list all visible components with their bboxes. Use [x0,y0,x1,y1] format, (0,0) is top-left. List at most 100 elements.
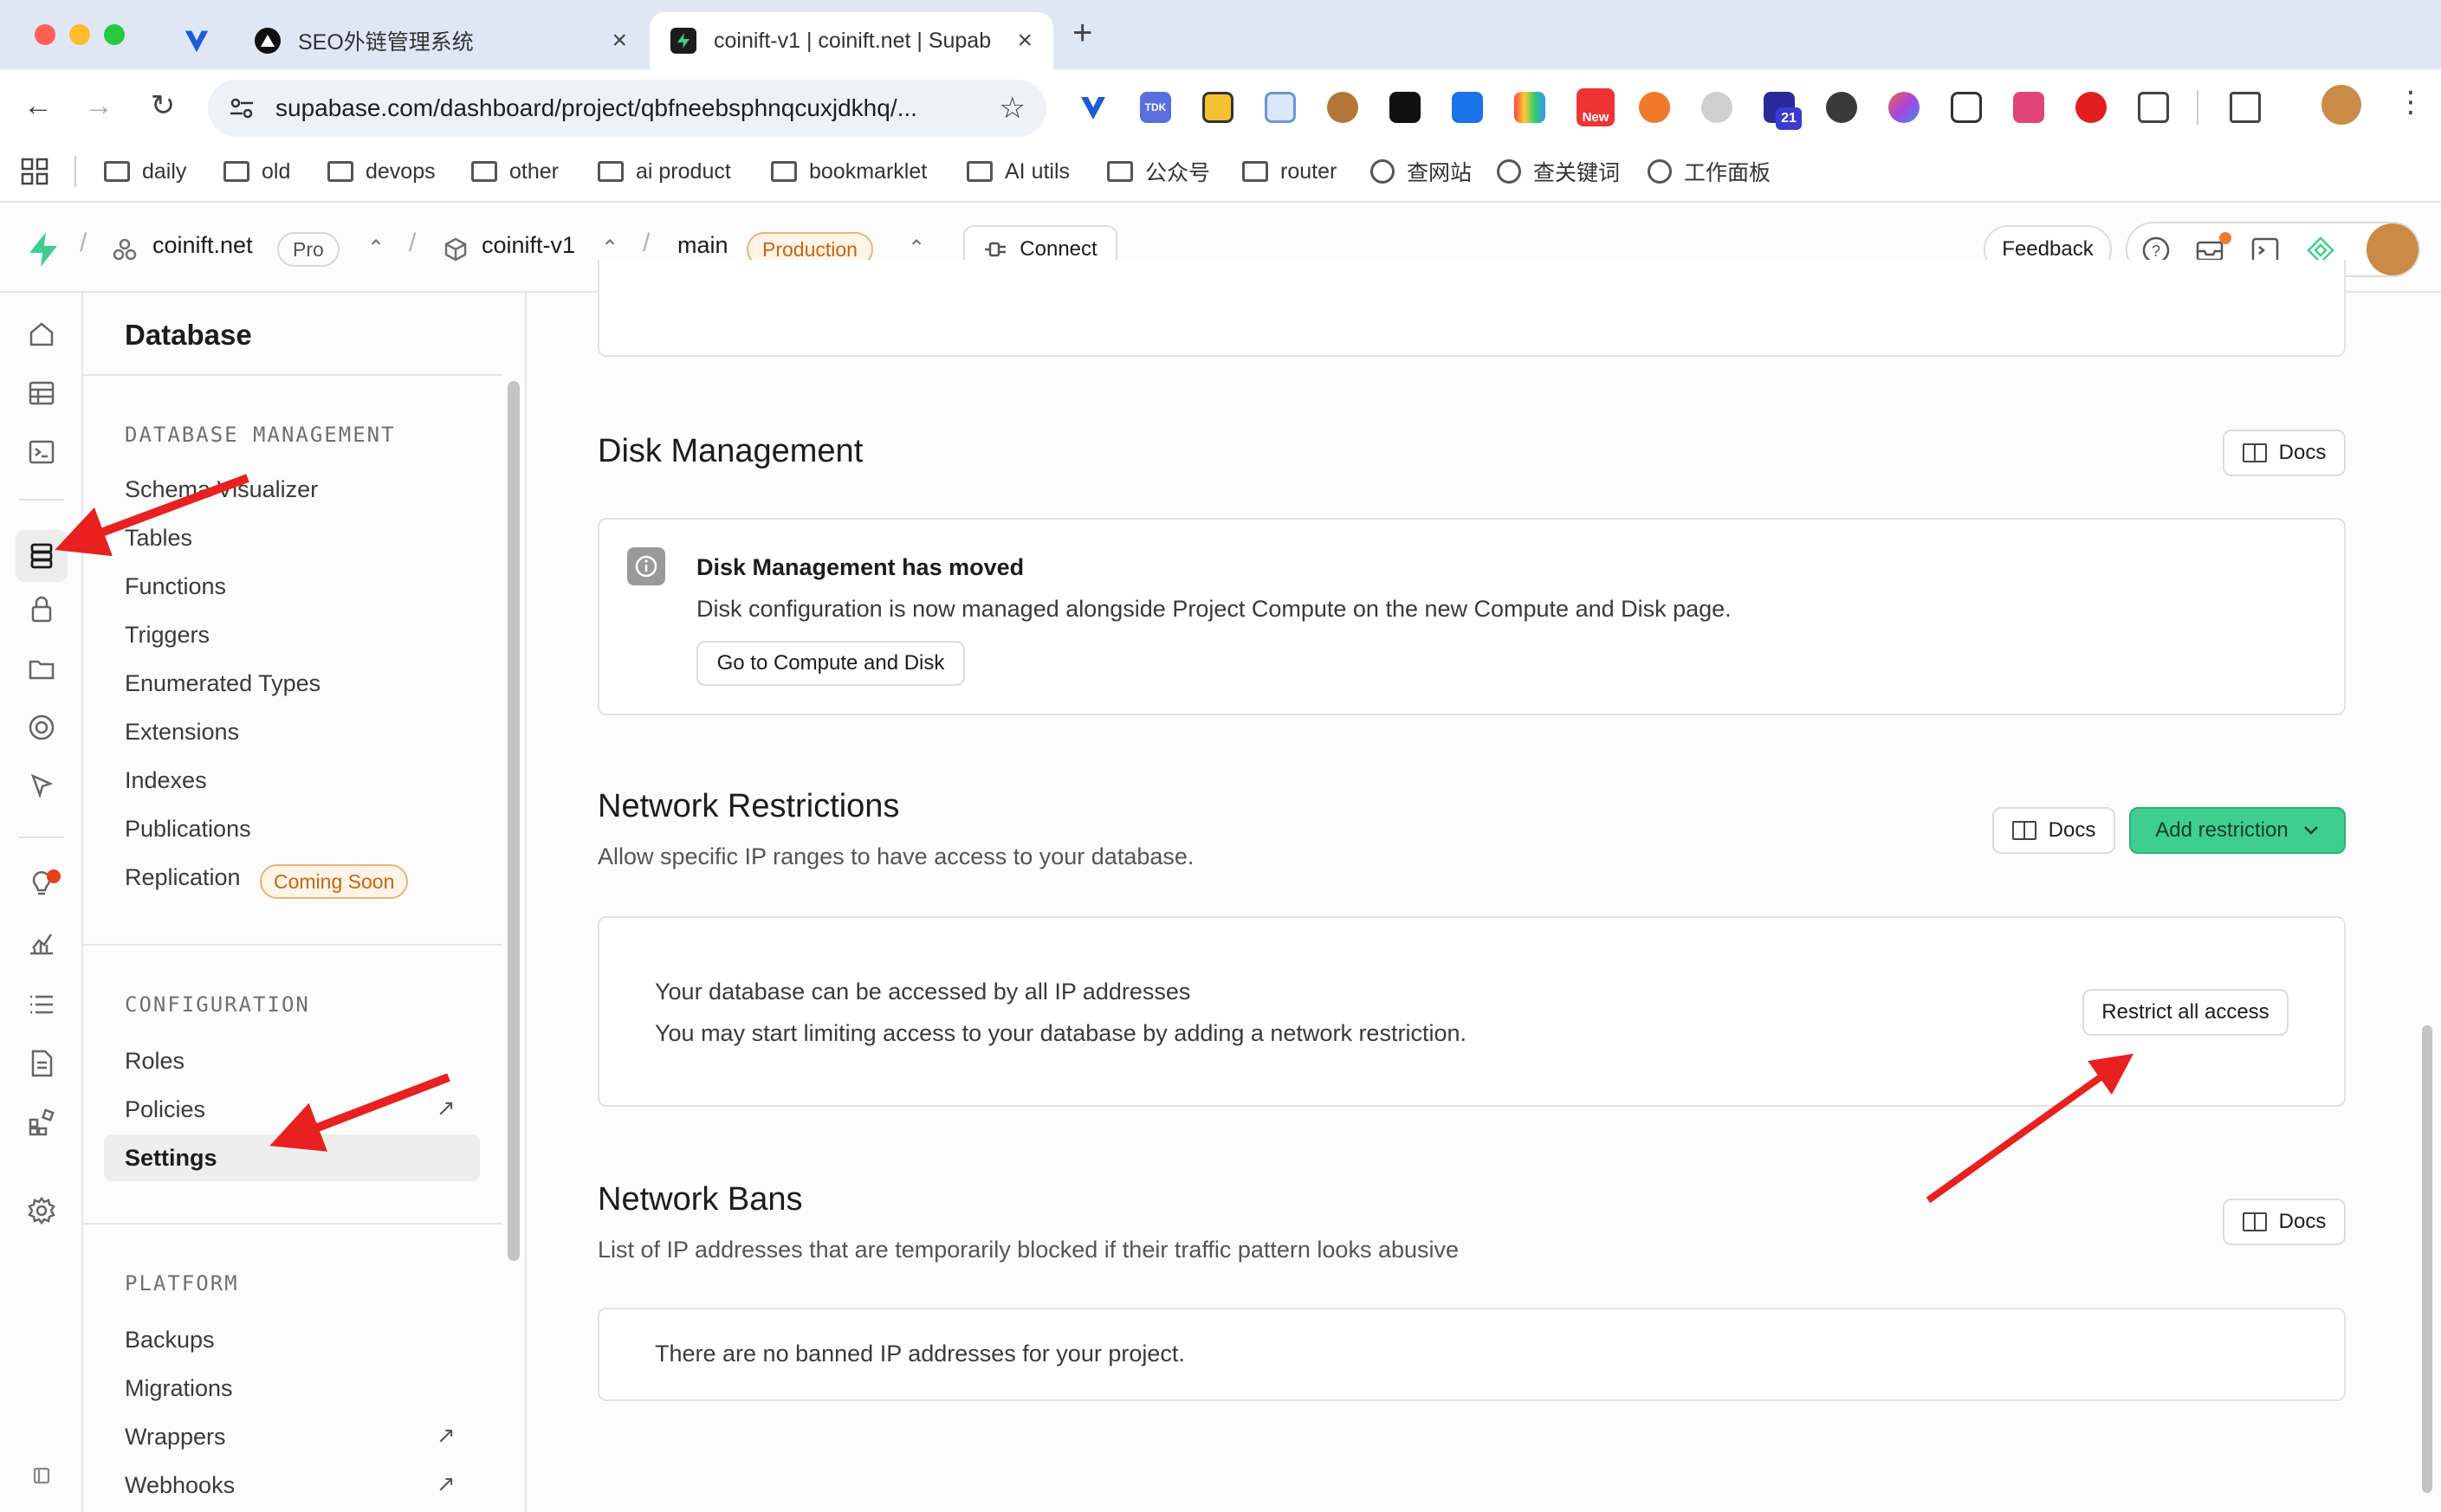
close-window-button[interactable] [35,24,55,45]
sidebar-item-replication[interactable]: Replication [125,864,241,891]
search-tabs-icon[interactable] [2230,92,2261,123]
sidebar-item-policies[interactable]: Policies [125,1096,205,1123]
puzzle-extension-icon[interactable] [2138,92,2169,123]
tab-close-icon[interactable]: × [1017,26,1033,55]
bookmark-site-3[interactable]: 工作面板 [1648,154,1771,189]
reports-chart-icon[interactable] [24,925,59,960]
branch-switch-chevron-icon[interactable]: ⌃ [908,236,925,261]
bookmark-folder-ai-product[interactable]: ai product [598,154,731,189]
disk-docs-button[interactable]: Docs [2223,430,2346,476]
sidebar-item-tables[interactable]: Tables [125,525,192,552]
project-box-icon [444,237,468,262]
org-name[interactable]: coinift.net [152,232,253,259]
branch-name[interactable]: main [677,232,728,259]
robot-extension-icon[interactable] [1951,92,1982,123]
bookmark-star-icon[interactable]: ☆ [1000,91,1026,126]
org-switch-chevron-icon[interactable]: ⌃ [367,236,385,261]
circle-extension-icon[interactable] [1701,92,1732,123]
connect-label: Connect [1020,237,1097,261]
sidebar-item-indexes[interactable]: Indexes [125,767,207,794]
apps-grid-icon[interactable] [21,158,49,185]
browser-menu-icon[interactable]: ⋮ [2396,85,2425,120]
sidebar-title: Database [125,319,252,351]
home-icon[interactable] [24,317,59,352]
sidebar-item-schema-visualizer[interactable]: Schema Visualizer [125,476,318,503]
brain-extension-icon[interactable] [1888,92,1920,123]
fox-extension-icon[interactable] [1639,92,1670,123]
user-avatar[interactable] [2367,223,2418,275]
color-extension-icon[interactable] [1514,92,1545,123]
adblock-extension-icon[interactable] [2075,92,2107,123]
sql-editor-icon[interactable] [24,435,59,469]
sidebar-item-webhooks[interactable]: Webhooks [125,1472,235,1499]
sidebar-item-extensions[interactable]: Extensions [125,719,239,746]
tab-supabase[interactable]: coinift-v1 | coinift.net | Supab × [650,12,1053,69]
profile-avatar[interactable] [2321,85,2361,125]
table-editor-icon[interactable] [24,376,59,410]
folder-extension-icon[interactable] [1202,92,1233,123]
forward-icon[interactable]: → [80,87,118,125]
v-extension-icon[interactable] [1078,92,1109,123]
realtime-cursor-icon[interactable] [24,769,59,804]
tab-pinned[interactable] [161,12,232,69]
translate-extension-icon[interactable] [2013,92,2044,123]
bookmark-folder-devops[interactable]: devops [327,154,436,189]
bookmark-folder-router[interactable]: router [1242,154,1337,189]
notice-title: Disk Management has moved [696,554,1025,580]
address-bar[interactable]: supabase.com/dashboard/project/qbfneebsp… [208,80,1046,137]
integrations-icon[interactable] [24,1105,59,1140]
bookmark-folder-gongzhonghao[interactable]: 公众号 [1107,154,1210,189]
bookmark-folder-daily[interactable]: daily [104,154,186,189]
back-icon[interactable]: ← [19,87,57,125]
supabase-logo-icon[interactable] [26,230,61,268]
bookmark-site-1[interactable]: 查网站 [1370,154,1472,189]
sidebar-item-enumerated-types[interactable]: Enumerated Types [125,670,321,697]
restrict-all-access-button[interactable]: Restrict all access [2082,989,2289,1036]
new-extension-icon[interactable]: New [1577,88,1615,126]
tab-seo[interactable]: SEO外链管理系统 × [234,12,648,69]
api-docs-icon[interactable] [24,1046,59,1081]
site-settings-icon[interactable] [229,97,255,120]
storage-folder-icon[interactable] [24,651,59,686]
sidebar-item-backups[interactable]: Backups [125,1327,215,1354]
previous-section-card [598,260,2346,357]
bookmark-folder-ai-utils[interactable]: AI utils [967,154,1070,189]
maximize-window-button[interactable] [104,24,125,45]
tdk-extension-icon[interactable]: TDK [1140,92,1171,123]
sidebar-item-settings[interactable]: Settings [125,1145,217,1172]
add-restriction-button[interactable]: Add restriction [2129,807,2346,854]
tab-close-icon[interactable]: × [612,26,627,55]
sidebar-scrollbar[interactable] [508,381,520,1261]
logs-list-icon[interactable] [24,987,59,1022]
go-to-compute-button[interactable]: Go to Compute and Disk [696,641,965,686]
cookie-extension-icon[interactable] [1327,92,1358,123]
database-icon[interactable] [24,539,59,573]
sidebar-item-migrations[interactable]: Migrations [125,1375,233,1402]
bookmark-folder-other[interactable]: other [471,154,559,189]
network-docs-button[interactable]: Docs [1992,807,2115,854]
sidebar-item-triggers[interactable]: Triggers [125,622,210,649]
download-extension-icon[interactable] [1452,92,1483,123]
bookmark-folder-old[interactable]: old [223,154,290,189]
reload-icon[interactable]: ↻ [144,87,182,125]
doc-extension-icon[interactable] [1265,92,1296,123]
sidebar-item-publications[interactable]: Publications [125,816,251,843]
sidebar-item-roles[interactable]: Roles [125,1048,185,1075]
edge-functions-icon[interactable] [24,710,59,745]
folder-icon [598,161,624,182]
mask-extension-icon[interactable] [1389,92,1421,123]
auth-lock-icon[interactable] [24,592,59,627]
main-scrollbar[interactable] [2422,1025,2432,1493]
project-settings-gear-icon[interactable] [24,1193,59,1228]
dark-extension-icon[interactable] [1826,92,1857,123]
bans-docs-button[interactable]: Docs [2223,1199,2346,1245]
bookmark-site-2[interactable]: 查关键词 [1497,154,1620,189]
minimize-window-button[interactable] [69,24,90,45]
bookmark-folder-bookmarklet[interactable]: bookmarklet [771,154,927,189]
collapse-sidebar-icon[interactable] [24,1458,59,1493]
sidebar-item-wrappers[interactable]: Wrappers [125,1424,226,1451]
new-tab-icon[interactable]: + [1072,14,1092,53]
project-switch-chevron-icon[interactable]: ⌃ [601,236,618,261]
project-name[interactable]: coinift-v1 [482,232,575,259]
sidebar-item-functions[interactable]: Functions [125,573,226,600]
